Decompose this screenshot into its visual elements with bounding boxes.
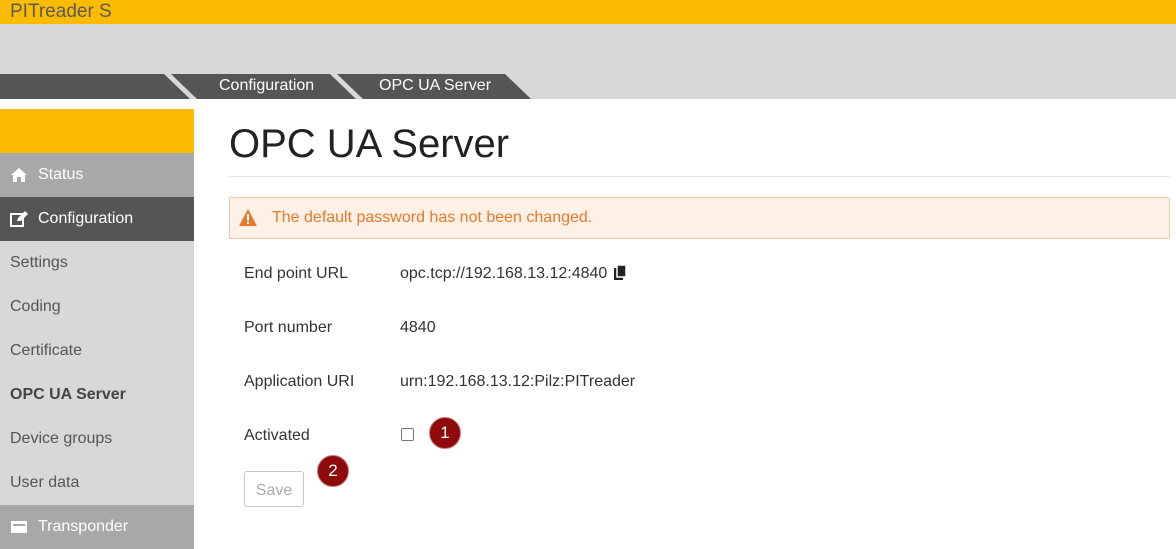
alert-message: The default password has not been change… <box>272 209 593 226</box>
port-number-value: 4840 <box>400 319 436 336</box>
endpoint-url-value: opc.tcp://192.168.13.12:4840 <box>400 265 608 282</box>
port-number-label: Port number <box>244 319 333 336</box>
sidebar-item-opc-ua-server[interactable]: OPC UA Server <box>0 373 194 417</box>
sidebar-item-label: Configuration <box>38 210 134 227</box>
title-divider <box>229 176 1170 177</box>
home-icon <box>11 168 27 182</box>
activated-checkbox[interactable] <box>401 428 414 441</box>
sidebar-item-transponder[interactable]: Transponder <box>0 505 194 549</box>
warning-alert: The default password has not been change… <box>229 197 1170 239</box>
sidebar-item-coding[interactable]: Coding <box>0 285 194 329</box>
top-bar: PITreader S <box>0 0 1176 24</box>
sidebar-item-device-groups[interactable]: Device groups <box>0 417 194 461</box>
edit-icon <box>10 211 28 227</box>
callout-badge-1: 1 <box>429 417 461 449</box>
sidebar-item-user-data[interactable]: User data <box>0 461 194 505</box>
app-title: PITreader S <box>10 1 112 22</box>
sidebar-item-configuration[interactable]: Configuration <box>0 197 194 241</box>
sidebar-item-certificate[interactable]: Certificate <box>0 329 194 373</box>
warning-icon <box>239 209 257 226</box>
application-uri-label: Application URI <box>244 373 355 390</box>
sidebar: Status Configuration Settings Coding Cer… <box>0 109 194 549</box>
page-title: OPC UA Server <box>229 122 510 166</box>
endpoint-url-label: End point URL <box>244 265 349 282</box>
card-icon <box>11 521 27 533</box>
sidebar-header <box>0 109 194 153</box>
application-uri-value: urn:192.168.13.12:Pilz:PITreader <box>400 373 636 390</box>
sidebar-item-status[interactable]: Status <box>0 153 194 197</box>
sidebar-item-label: Transponder <box>38 518 129 535</box>
save-button[interactable]: Save <box>244 471 304 507</box>
sidebar-item-settings[interactable]: Settings <box>0 241 194 285</box>
breadcrumb-item-opc-ua-server[interactable]: OPC UA Server <box>379 74 491 99</box>
breadcrumb-item-configuration[interactable]: Configuration <box>219 74 314 99</box>
activated-label: Activated <box>244 427 310 444</box>
callout-badge-2: 2 <box>317 455 349 487</box>
sidebar-item-label: Status <box>38 166 84 183</box>
copy-icon[interactable] <box>613 265 627 281</box>
